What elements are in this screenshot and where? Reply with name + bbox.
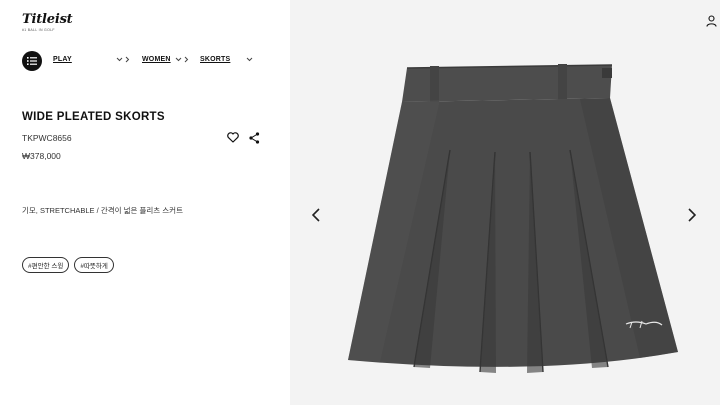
product-title: WIDE PLEATED SKORTS xyxy=(22,111,165,123)
chevron-right-icon xyxy=(125,56,130,63)
breadcrumb: PLAY WOMEN SKORTS xyxy=(22,51,262,71)
menu-button[interactable] xyxy=(22,51,42,71)
product-image xyxy=(348,64,678,373)
product-actions xyxy=(227,132,263,146)
brand-logo[interactable]: Titleist #1 BALL IN GOLF xyxy=(22,12,82,32)
chevron-down-icon[interactable] xyxy=(246,57,253,62)
chevron-down-icon[interactable] xyxy=(175,57,182,62)
breadcrumb-skorts[interactable]: SKORTS xyxy=(200,56,230,63)
chevron-right-icon xyxy=(184,56,189,63)
tag-chip[interactable]: #편안한 스윙 xyxy=(22,257,70,273)
user-icon[interactable] xyxy=(706,15,717,27)
heart-icon[interactable] xyxy=(227,132,239,143)
gallery-prev-button[interactable] xyxy=(309,206,323,224)
product-code: TKPWC8656 xyxy=(22,133,72,143)
breadcrumb-women[interactable]: WOMEN xyxy=(142,56,171,63)
list-icon xyxy=(27,57,37,65)
product-description: 기모, STRETCHABLE / 간격이 넓은 플리츠 스커트 xyxy=(22,206,183,215)
logo-tagline: #1 BALL IN GOLF xyxy=(22,28,55,32)
share-icon[interactable] xyxy=(249,132,260,144)
product-tags: #편안한 스윙 #따뜻하게 xyxy=(22,257,114,273)
breadcrumb-play[interactable]: PLAY xyxy=(53,56,72,63)
tag-chip[interactable]: #따뜻하게 xyxy=(74,257,114,273)
chevron-left-icon xyxy=(312,208,320,222)
chevron-down-icon[interactable] xyxy=(116,57,123,62)
product-info-panel: Titleist #1 BALL IN GOLF PLAY WOMEN SKOR… xyxy=(0,0,290,405)
logo-wordmark: Titleist xyxy=(22,12,73,27)
product-price: ₩378,000 xyxy=(22,151,61,161)
